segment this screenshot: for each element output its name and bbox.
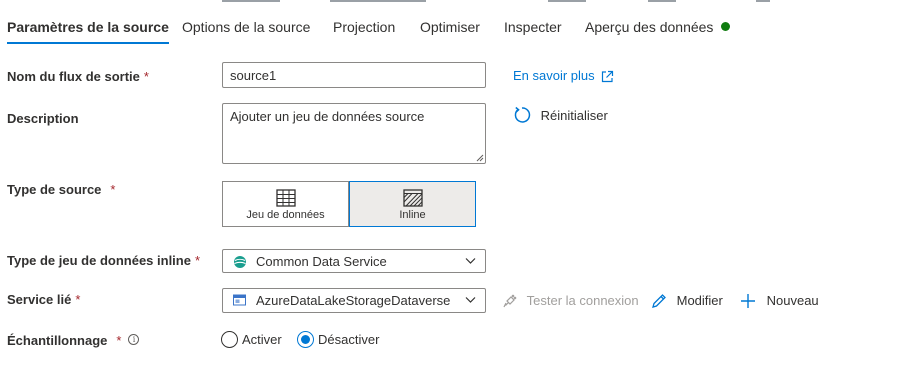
edit-label: Modifier — [676, 293, 723, 309]
inline-dataset-type-label: Type de jeu de données inline * — [7, 253, 200, 268]
linked-service-value: AzureDataLakeStorageDataverse — [256, 293, 451, 308]
external-link-icon — [602, 70, 614, 83]
inline-option-label: Inline — [399, 209, 426, 221]
info-icon[interactable]: i — [128, 334, 140, 345]
resize-grip-icon[interactable] — [476, 154, 484, 162]
new-label: Nouveau — [766, 293, 819, 309]
output-stream-label-text: Nom du flux de sortie — [7, 69, 140, 84]
inline-hatch-icon — [402, 189, 423, 207]
description-value: Ajouter un jeu de données source — [230, 109, 425, 124]
linked-service-label-text: Service lié — [7, 292, 72, 307]
common-data-service-icon — [234, 256, 246, 268]
learn-more-label: En savoir plus — [513, 68, 595, 83]
radio-circle — [221, 331, 238, 348]
status-dot-icon — [721, 22, 731, 31]
description-textarea[interactable]: Ajouter un jeu de données source — [222, 103, 486, 164]
learn-more-link[interactable]: En savoir plus — [513, 68, 614, 83]
plug-icon — [503, 294, 517, 307]
reset-icon — [514, 106, 531, 123]
reset-button[interactable]: Réinitialiser — [513, 106, 608, 124]
tab-optimize[interactable]: Optimiser — [420, 14, 480, 44]
reset-label: Réinitialiser — [540, 107, 608, 123]
tab-projection[interactable]: Projection — [333, 14, 395, 44]
source-type-dataset-option[interactable]: Jeu de données — [222, 181, 349, 227]
new-button[interactable]: Nouveau — [740, 292, 819, 309]
tab-source-options[interactable]: Options de la source — [182, 14, 310, 44]
tab-inspect[interactable]: Inspecter — [504, 14, 562, 44]
cut-off-top-content — [0, 0, 901, 4]
required-marker: * — [116, 333, 122, 348]
tab-data-preview-label: Aperçu des données — [585, 19, 714, 35]
required-marker: * — [143, 69, 149, 84]
sampling-label-text: Échantillonnage — [7, 333, 108, 348]
pencil-icon — [652, 293, 666, 308]
inline-dataset-type-label-text: Type de jeu de données inline — [7, 253, 191, 268]
linked-service-dropdown[interactable]: AzureDataLakeStorageDataverse — [222, 288, 486, 313]
chevron-down-icon — [465, 297, 476, 303]
test-connection-button[interactable]: Tester la connexion — [502, 292, 639, 309]
chevron-down-icon — [465, 258, 476, 264]
radio-circle-checked — [297, 331, 314, 348]
inline-dataset-type-dropdown[interactable]: Common Data Service — [222, 249, 486, 273]
source-type-inline-option[interactable]: Inline — [349, 181, 476, 227]
sampling-disable-label: Désactiver — [318, 332, 380, 347]
sampling-enable-label: Activer — [242, 332, 282, 347]
tab-bar: Paramètres de la source Options de la so… — [0, 14, 901, 46]
dataset-option-label: Jeu de données — [246, 209, 325, 221]
plus-icon — [741, 293, 755, 308]
output-stream-name-input[interactable] — [222, 62, 486, 88]
output-stream-label: Nom du flux de sortie * — [7, 69, 149, 84]
description-label: Description — [7, 111, 79, 126]
required-marker: * — [194, 253, 201, 268]
source-settings-panel: Paramètres de la source Options de la so… — [0, 0, 901, 371]
storage-icon — [233, 294, 246, 306]
inline-dataset-type-value: Common Data Service — [256, 254, 387, 269]
test-connection-label: Tester la connexion — [526, 293, 639, 309]
tab-source-settings[interactable]: Paramètres de la source — [7, 14, 169, 44]
edit-button[interactable]: Modifier — [651, 292, 723, 309]
required-marker: * — [75, 292, 81, 307]
linked-service-label: Service lié * — [7, 292, 80, 307]
required-marker: * — [110, 182, 116, 197]
table-icon — [275, 189, 296, 207]
source-type-label-text: Type de source — [7, 182, 102, 197]
tab-data-preview[interactable]: Aperçu des données — [585, 14, 731, 44]
source-type-label: Type de source * — [7, 182, 115, 197]
sampling-label: Échantillonnage * i — [7, 333, 140, 348]
